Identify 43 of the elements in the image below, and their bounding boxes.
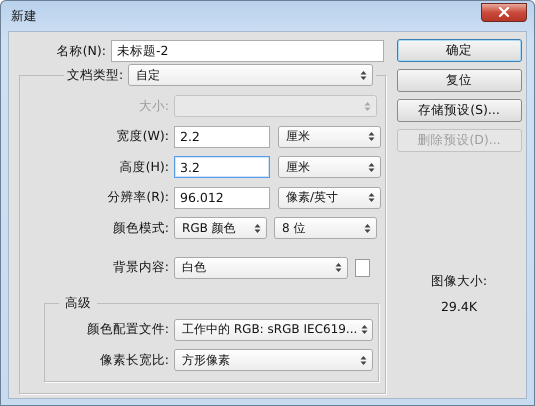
updown-arrows-icon: [335, 262, 342, 273]
text-field[interactable]: 3.2: [174, 156, 270, 178]
field-label: 颜色模式:: [112, 220, 169, 236]
field-label: 名称(N):: [56, 42, 106, 60]
name-field[interactable]: 未标题-2: [111, 40, 384, 62]
updown-arrows-icon: [360, 70, 368, 80]
updown-arrows-icon: [368, 192, 375, 203]
updown-arrows-icon: [368, 131, 375, 142]
updown-arrows-icon: [364, 100, 371, 112]
updown-arrows-icon: [364, 222, 371, 234]
close-button[interactable]: [481, 2, 527, 22]
field-label: 分辨率(R):: [106, 189, 169, 206]
dropdown[interactable]: 工作中的 RGB: sRGB IEC619...: [174, 318, 373, 340]
dropdown[interactable]: 8 位: [274, 217, 377, 239]
field-label: 大小:: [138, 98, 169, 114]
dialog-button[interactable]: 确定: [396, 39, 522, 62]
field-label: 颜色配置文件:: [86, 321, 169, 338]
section-title: 高级: [65, 294, 91, 310]
field-label: 宽度(W):: [116, 128, 169, 145]
text-field[interactable]: 2.2: [174, 126, 270, 148]
updown-arrows-icon: [254, 222, 261, 234]
text-field[interactable]: 96.012: [174, 186, 270, 208]
dialog-button[interactable]: 存储预设(S)...: [396, 99, 522, 122]
close-icon: [498, 7, 510, 17]
updown-arrows-icon: [361, 324, 368, 335]
field-label: 背景内容:: [112, 259, 169, 276]
image-size-label: 图像大小:: [430, 273, 488, 290]
dropdown[interactable]: 厘米: [278, 126, 381, 148]
dropdown[interactable]: 白色: [174, 256, 348, 278]
updown-arrows-icon: [368, 162, 375, 172]
dialog-button[interactable]: 复位: [396, 69, 522, 92]
dropdown[interactable]: 方形像素: [174, 349, 373, 371]
dropdown[interactable]: 厘米: [278, 156, 381, 178]
dropdown[interactable]: RGB 颜色: [174, 217, 267, 239]
color-swatch[interactable]: [355, 258, 370, 276]
dropdown[interactable]: 自定: [128, 64, 374, 86]
updown-arrows-icon: [360, 354, 367, 366]
field-label: 高度(H):: [118, 158, 169, 176]
image-size-value: 29.4K: [440, 299, 478, 314]
window-title: 新建: [10, 8, 37, 24]
dropdown[interactable]: 像素/英寸: [278, 186, 381, 208]
field-label: 像素长宽比:: [98, 352, 169, 368]
field-label: 文档类型:: [67, 66, 124, 84]
